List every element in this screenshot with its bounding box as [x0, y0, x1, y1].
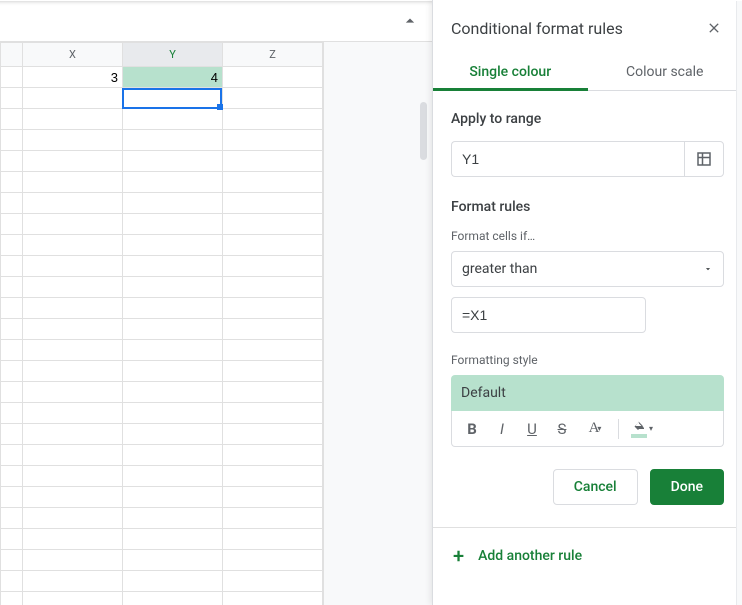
tab-colour-scale[interactable]: Colour scale: [588, 52, 742, 91]
panel-tabs: Single colour Colour scale: [433, 52, 742, 91]
condition-value: greater than: [462, 261, 537, 277]
style-toolbar: B I U S A▾ ▾: [451, 411, 724, 447]
text-color-button[interactable]: A▾: [578, 415, 612, 443]
tab-single-colour[interactable]: Single colour: [433, 52, 588, 91]
formula-bar-collapse-area: [0, 0, 432, 42]
formatting-style-label: Formatting style: [451, 353, 724, 367]
col-header-z[interactable]: Z: [223, 43, 323, 67]
col-header-partial[interactable]: [1, 43, 23, 67]
right-rail: [736, 1, 742, 605]
conditional-format-panel: Conditional format rules Single colour C…: [432, 0, 742, 605]
panel-title: Conditional format rules: [451, 19, 623, 38]
toolbar-separator: [618, 419, 619, 439]
col-header-x[interactable]: X: [23, 43, 123, 67]
close-icon[interactable]: [704, 18, 724, 38]
italic-button[interactable]: I: [488, 415, 516, 443]
underline-button[interactable]: U: [518, 415, 546, 443]
scrollbar-thumb[interactable]: [420, 102, 427, 160]
format-cells-if-label: Format cells if…: [451, 229, 724, 243]
cell-y1[interactable]: 4: [123, 67, 223, 88]
format-rules-label: Format rules: [451, 199, 724, 215]
fill-color-button[interactable]: ▾: [625, 415, 659, 443]
add-another-rule-button[interactable]: + Add another rule: [451, 528, 724, 566]
cancel-button[interactable]: Cancel: [553, 469, 638, 505]
apply-to-range-label: Apply to range: [451, 111, 724, 127]
chevron-up-icon[interactable]: [398, 9, 422, 33]
add-rule-label: Add another rule: [478, 548, 582, 564]
chevron-down-icon: [703, 264, 713, 274]
cell[interactable]: [1, 67, 23, 88]
condition-value-input[interactable]: [451, 297, 646, 333]
style-preview[interactable]: Default: [451, 375, 724, 411]
col-header-y[interactable]: Y: [123, 43, 223, 67]
select-range-button[interactable]: [684, 141, 724, 177]
plus-icon: +: [453, 546, 464, 566]
strikethrough-button[interactable]: S: [548, 415, 576, 443]
range-input[interactable]: [451, 141, 684, 177]
sheet-empty-area: [323, 42, 432, 605]
cell[interactable]: [223, 67, 323, 88]
bold-button[interactable]: B: [458, 415, 486, 443]
done-button[interactable]: Done: [650, 469, 724, 505]
cell-x1[interactable]: 3: [23, 67, 123, 88]
condition-select[interactable]: greater than: [451, 251, 724, 287]
